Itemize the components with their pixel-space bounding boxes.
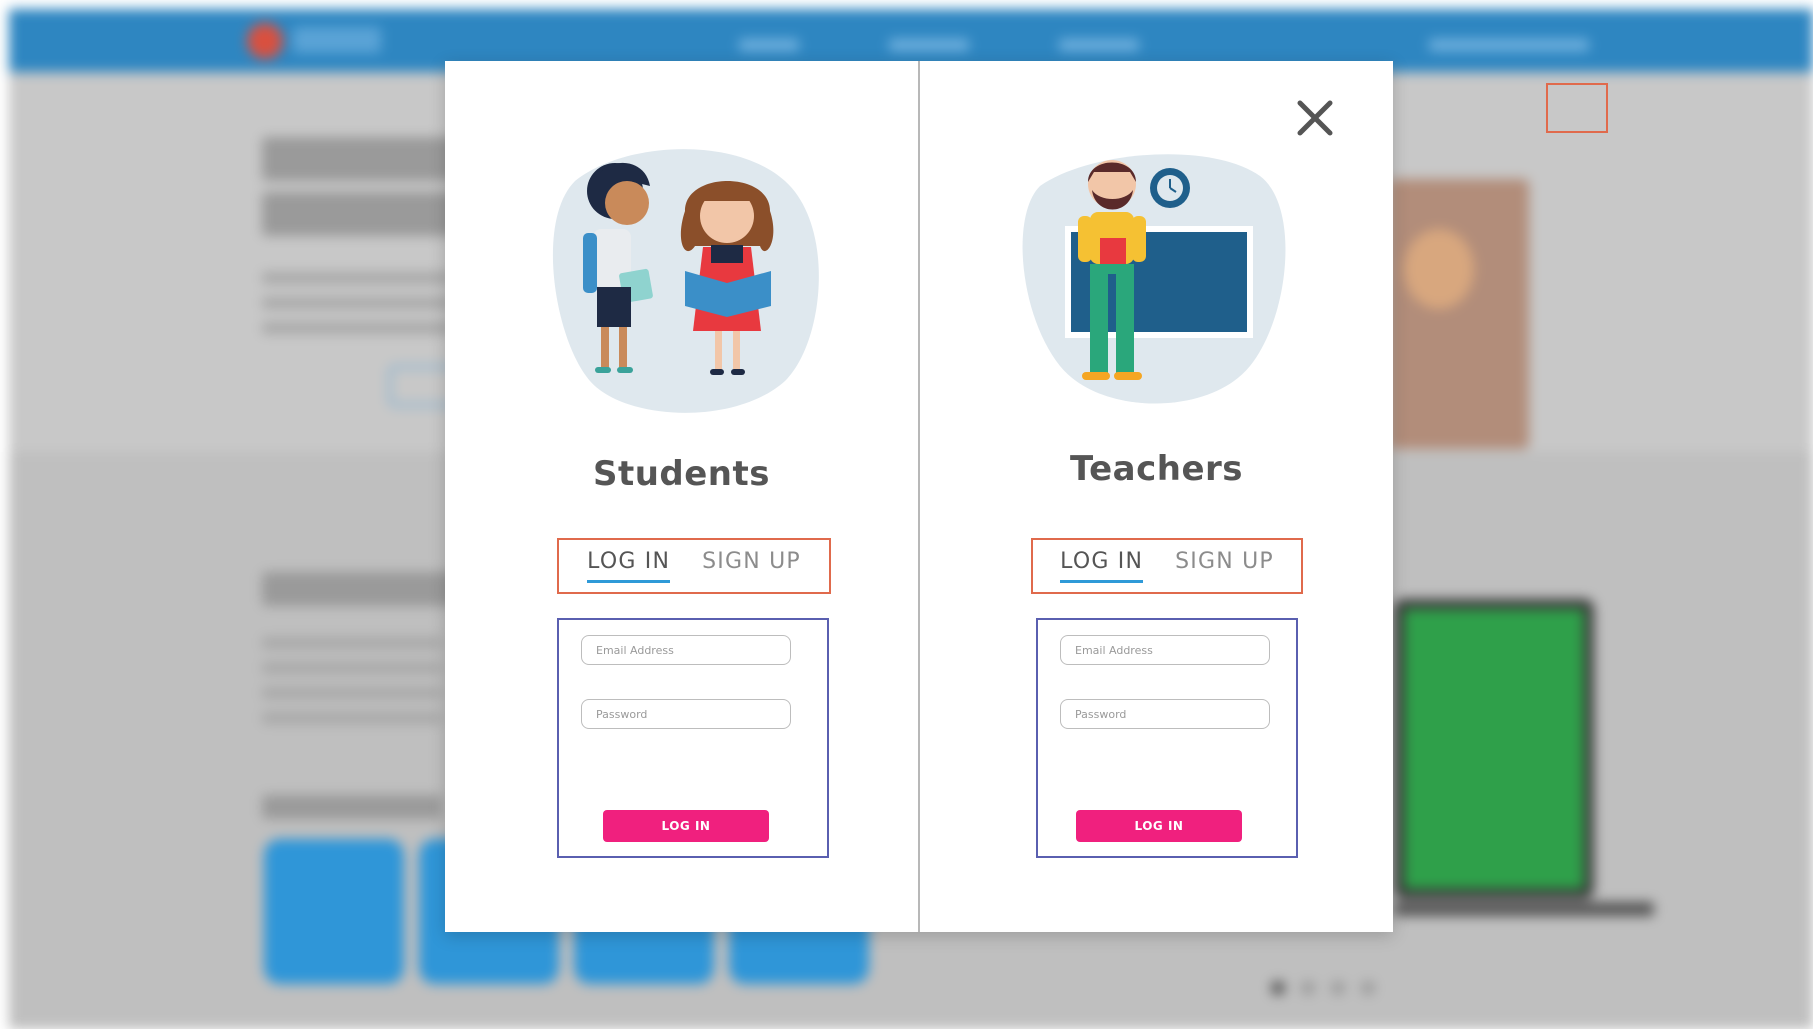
background-nav-item	[739, 39, 799, 51]
students-password-input[interactable]	[581, 699, 791, 729]
teachers-login-button[interactable]: LOG IN	[1076, 810, 1242, 842]
students-panel: Students LOG IN SIGN UP LOG IN	[445, 61, 918, 932]
background-subheading	[262, 795, 442, 819]
login-modal: Students LOG IN SIGN UP LOG IN	[445, 61, 1393, 932]
background-logo-icon	[247, 23, 283, 59]
background-nav-item	[1059, 39, 1139, 51]
students-tabs: LOG IN SIGN UP	[557, 538, 831, 594]
background-nav-item	[889, 39, 969, 51]
teachers-email-input[interactable]	[1060, 635, 1270, 665]
background-photo	[1389, 179, 1529, 449]
teachers-login-form: LOG IN	[1036, 618, 1298, 858]
students-login-button[interactable]: LOG IN	[603, 810, 769, 842]
teachers-password-input[interactable]	[1060, 699, 1270, 729]
background-carousel-dot	[1361, 981, 1375, 995]
background-text-line	[262, 687, 442, 699]
students-tab-login[interactable]: LOG IN	[587, 549, 671, 583]
students-email-input[interactable]	[581, 635, 791, 665]
close-icon[interactable]	[1290, 93, 1340, 143]
background-headline	[262, 137, 462, 181]
background-text-line	[262, 662, 442, 674]
background-logo-text	[293, 27, 381, 53]
teachers-tabs: LOG IN SIGN UP	[1031, 538, 1303, 594]
teachers-panel: Teachers LOG IN SIGN UP LOG IN	[920, 61, 1393, 932]
teachers-title: Teachers	[1069, 449, 1244, 489]
background-text-line	[262, 712, 442, 724]
students-illustration	[552, 149, 819, 413]
students-login-form: LOG IN	[557, 618, 829, 858]
background-text-line	[262, 637, 442, 649]
background-tile	[264, 839, 404, 984]
teachers-illustration	[1022, 154, 1286, 404]
background-text-line	[262, 272, 452, 284]
background-laptop-base	[1394, 902, 1654, 916]
students-tab-signup[interactable]: SIGN UP	[702, 549, 801, 583]
background-nav-item	[1429, 39, 1589, 51]
teachers-tab-signup[interactable]: SIGN UP	[1175, 549, 1274, 583]
highlight-box	[1546, 83, 1608, 133]
students-title: Students	[592, 454, 771, 494]
background-text-line	[262, 297, 452, 309]
background-section-heading	[262, 572, 462, 606]
background-carousel-dot	[1331, 981, 1345, 995]
background-laptop-screen	[1404, 609, 1584, 889]
background-text-line	[262, 322, 452, 334]
background-carousel-dot	[1271, 981, 1285, 995]
background-photo-face	[1404, 229, 1474, 309]
background-carousel-dot	[1301, 981, 1315, 995]
teachers-tab-login[interactable]: LOG IN	[1060, 549, 1144, 583]
background-headline	[262, 192, 462, 236]
